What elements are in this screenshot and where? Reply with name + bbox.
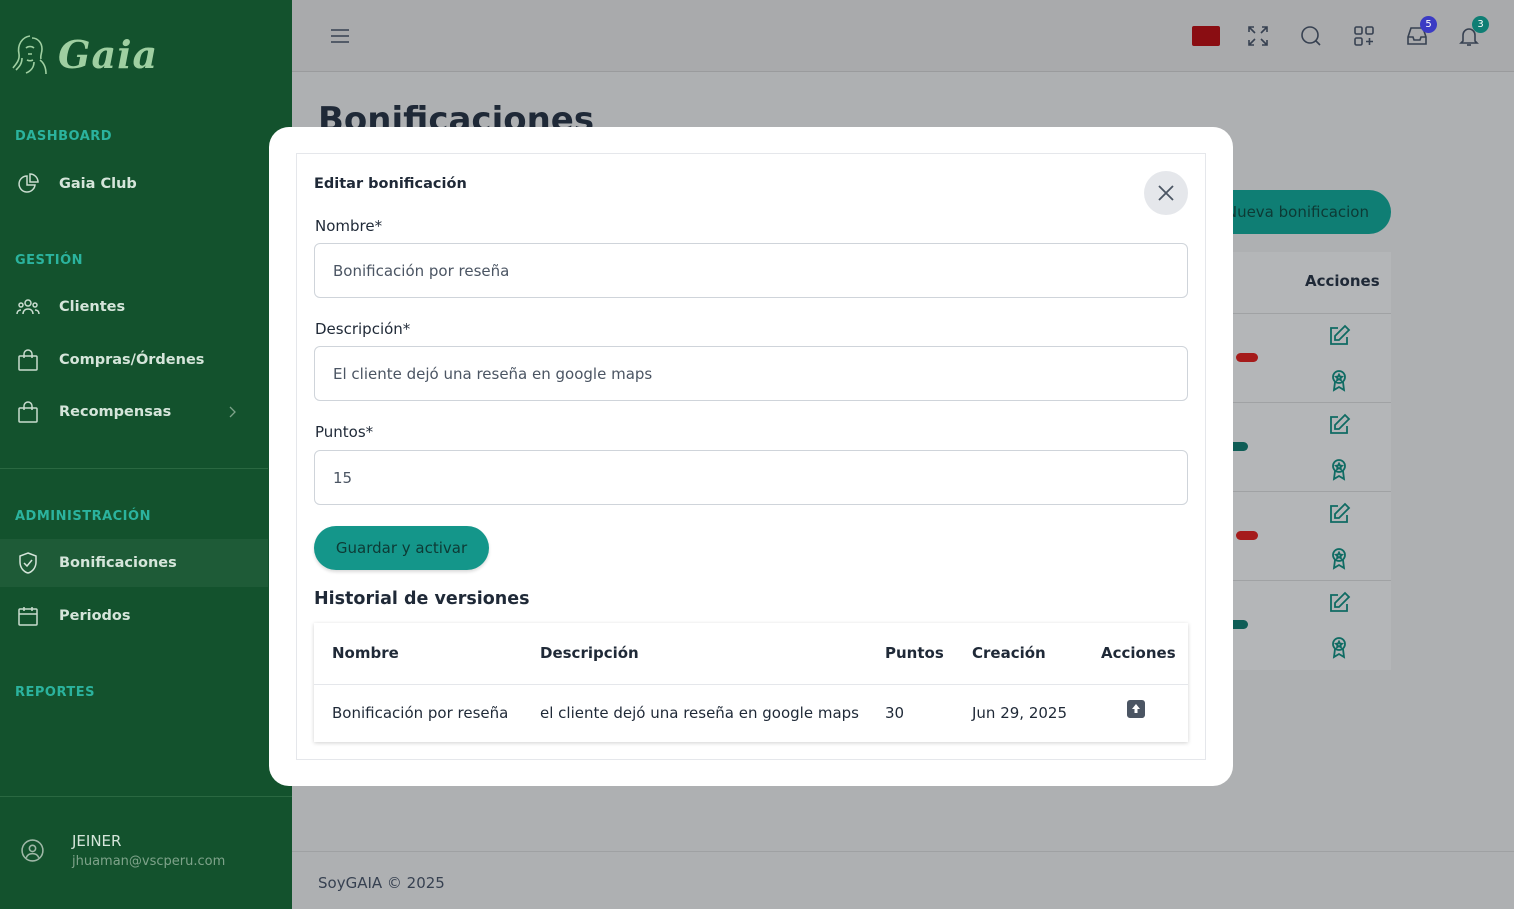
award-icon[interactable]: [1327, 635, 1351, 659]
restore-version-icon[interactable]: [1126, 699, 1146, 719]
award-icon[interactable]: [1327, 368, 1351, 392]
inbox-badge: 5: [1420, 16, 1437, 33]
shopping-bag-icon: [18, 349, 38, 371]
notifications-button[interactable]: 3: [1457, 16, 1489, 48]
inbox-button[interactable]: 5: [1405, 16, 1437, 48]
brand-logo[interactable]: Gaia: [10, 30, 158, 78]
sidebar-item-label: Clientes: [59, 299, 126, 315]
nombre-field[interactable]: Bonificación por reseña: [314, 243, 1188, 298]
logo-face-icon: [12, 35, 47, 75]
brand-name: Gaia: [58, 31, 159, 77]
fullscreen-icon[interactable]: [1246, 24, 1270, 48]
search-icon[interactable]: [1299, 24, 1323, 48]
user-profile[interactable]: JEINER jhuaman@vscperu.com: [20, 832, 225, 869]
sidebar-divider: [0, 796, 292, 797]
history-cell-creacion: Jun 29, 2025: [972, 704, 1068, 722]
close-button[interactable]: [1144, 171, 1188, 215]
history-header-nombre: Nombre: [332, 644, 399, 662]
footer: SoyGAIA © 2025: [292, 851, 1514, 909]
puntos-field[interactable]: 15: [314, 450, 1188, 505]
close-icon: [1158, 185, 1174, 201]
award-icon[interactable]: [1327, 457, 1351, 481]
modal-title: Editar bonificación: [314, 176, 467, 192]
section-administracion: ADMINISTRACIÓN: [15, 509, 151, 524]
modal-body: Editar bonificación Nombre* Bonificación…: [296, 153, 1206, 760]
sidebar-item-label: Periodos: [59, 608, 131, 624]
shopping-bag-icon: [18, 401, 38, 423]
edit-icon[interactable]: [1327, 502, 1351, 526]
sidebar-item-gaia-club[interactable]: Gaia Club: [0, 160, 268, 208]
sidebar: Gaia DASHBOARD Gaia Club GESTIÓN Cliente…: [0, 0, 292, 909]
apps-grid-icon[interactable]: [1352, 24, 1376, 48]
history-header-puntos: Puntos: [885, 644, 944, 662]
section-reportes: REPORTES: [15, 685, 96, 700]
sidebar-item-clientes[interactable]: Clientes: [0, 283, 268, 331]
sidebar-item-compras[interactable]: Compras/Órdenes: [0, 336, 268, 384]
history-cell-descripcion: el cliente dejó una reseña en google map…: [540, 704, 859, 722]
user-circle-icon: [21, 839, 44, 862]
nombre-label: Nombre*: [315, 217, 383, 235]
sidebar-divider: [0, 468, 268, 469]
history-title: Historial de versiones: [314, 589, 530, 609]
sidebar-item-label: Compras/Órdenes: [59, 352, 205, 368]
users-icon: [16, 299, 40, 315]
sidebar-item-label: Bonificaciones: [59, 555, 177, 571]
puntos-label: Puntos*: [315, 423, 374, 441]
history-divider: [314, 684, 1188, 685]
edit-icon[interactable]: [1327, 413, 1351, 437]
section-dashboard: DASHBOARD: [15, 129, 113, 144]
history-cell-nombre: Bonificación por reseña: [332, 704, 509, 722]
save-activate-button[interactable]: Guardar y activar: [314, 526, 489, 570]
award-icon[interactable]: [1327, 546, 1351, 570]
descripcion-label: Descripción*: [315, 320, 411, 338]
sidebar-item-label: Gaia Club: [59, 176, 137, 192]
sidebar-item-recompensas[interactable]: Recompensas: [0, 388, 268, 436]
status-toggle[interactable]: [1236, 531, 1258, 540]
sidebar-item-label: Recompensas: [59, 404, 172, 420]
chevron-right-icon: [229, 406, 236, 418]
user-name: JEINER: [72, 832, 122, 850]
history-header-creacion: Creación: [972, 644, 1046, 662]
descripcion-field[interactable]: El cliente dejó una reseña en google map…: [314, 346, 1188, 401]
language-flag[interactable]: [1192, 26, 1220, 46]
history-header-acciones: Acciones: [1101, 644, 1176, 662]
footer-text: SoyGAIA © 2025: [318, 874, 445, 892]
sidebar-item-periodos[interactable]: Periodos: [0, 592, 268, 640]
status-toggle[interactable]: [1236, 353, 1258, 362]
menu-icon[interactable]: [328, 24, 352, 48]
pie-chart-icon: [18, 173, 39, 193]
edit-bonus-modal: Editar bonificación Nombre* Bonificación…: [269, 127, 1233, 786]
history-cell-puntos: 30: [885, 704, 905, 722]
edit-icon[interactable]: [1327, 591, 1351, 615]
topbar: 5 3: [292, 0, 1514, 72]
section-gestion: GESTIÓN: [15, 253, 84, 268]
history-table: Nombre Descripción Puntos Creación Accio…: [314, 623, 1188, 742]
history-header-descripcion: Descripción: [540, 644, 639, 662]
shield-check-icon: [19, 552, 37, 574]
user-email: jhuaman@vscperu.com: [72, 854, 226, 869]
sidebar-item-bonificaciones[interactable]: Bonificaciones: [0, 539, 268, 587]
notifications-badge: 3: [1472, 16, 1489, 33]
edit-icon[interactable]: [1327, 324, 1351, 348]
calendar-icon: [18, 607, 38, 626]
table-header-actions: Acciones: [1305, 272, 1380, 290]
